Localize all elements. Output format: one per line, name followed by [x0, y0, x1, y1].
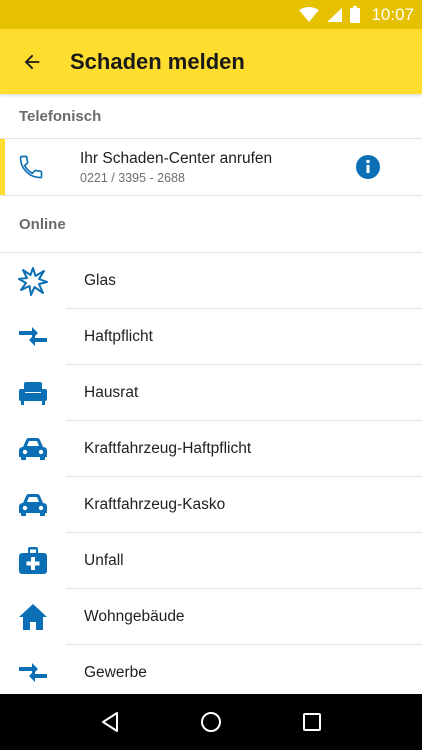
claim-item-haftpflicht[interactable]: Haftpflicht	[0, 309, 422, 365]
claim-item-wohngebäude[interactable]: Wohngebäude	[0, 589, 422, 645]
claim-item-label: Kraftfahrzeug-Haftpflicht	[66, 421, 422, 477]
nav-recents-button[interactable]	[292, 702, 332, 742]
claim-item-label: Kraftfahrzeug-Kasko	[66, 477, 422, 533]
claim-item-unfall[interactable]: Unfall	[0, 533, 422, 589]
claim-item-label: Hausrat	[66, 365, 422, 421]
first-aid-kit-icon	[0, 547, 66, 575]
claim-item-kraftfahrzeug-haftpflicht[interactable]: Kraftfahrzeug-Haftpflicht	[0, 421, 422, 477]
claims-list[interactable]: Telefonisch Ihr Schaden-Center anrufen 0…	[0, 94, 422, 694]
nav-home-button[interactable]	[191, 702, 231, 742]
claim-item-label: Wohngebäude	[66, 589, 422, 645]
section-header-phone: Telefonisch	[19, 107, 102, 125]
navigation-bar	[0, 694, 422, 750]
house-icon	[0, 603, 66, 631]
triangle-back-icon	[102, 712, 119, 732]
broken-glass-icon	[0, 266, 66, 296]
claim-item-glas[interactable]: Glas	[0, 253, 422, 309]
page-title: Schaden melden	[70, 48, 245, 74]
claim-item-label: Unfall	[66, 533, 422, 589]
claim-item-label: Haftpflicht	[66, 309, 422, 365]
battery-icon	[350, 6, 361, 23]
car-icon	[0, 437, 66, 461]
call-claims-center-label: Ihr Schaden-Center anrufen	[80, 149, 273, 167]
arrows-exchange-icon	[0, 662, 66, 684]
app-bar: Schaden melden	[0, 29, 422, 94]
car-icon	[0, 493, 66, 517]
status-time: 10:07	[371, 4, 414, 24]
phone-icon	[19, 155, 43, 179]
nav-back-button[interactable]	[90, 702, 130, 742]
arrow-back-icon	[24, 54, 40, 69]
arrows-exchange-icon	[0, 326, 66, 348]
info-icon[interactable]	[356, 155, 380, 179]
claim-item-label: Gewerbe	[84, 664, 147, 681]
back-button[interactable]	[0, 29, 64, 94]
claim-item-kraftfahrzeug-kasko[interactable]: Kraftfahrzeug-Kasko	[0, 477, 422, 533]
section-header-online: Online	[19, 215, 66, 233]
phone-number: 0221 / 3395 - 2688	[80, 170, 185, 185]
circle-home-icon	[200, 712, 221, 732]
call-claims-center-item[interactable]: Ihr Schaden-Center anrufen 0221 / 3395 -…	[0, 139, 422, 195]
square-recents-icon	[302, 713, 321, 731]
wifi-icon	[299, 6, 320, 22]
claim-item-gewerbe[interactable]: Gewerbe	[0, 645, 422, 694]
claim-item-hausrat[interactable]: Hausrat	[0, 365, 422, 421]
signal-icon	[327, 7, 343, 22]
armchair-icon	[0, 380, 66, 406]
status-bar: 10:07	[0, 0, 422, 29]
claim-item-label: Glas	[66, 253, 422, 309]
